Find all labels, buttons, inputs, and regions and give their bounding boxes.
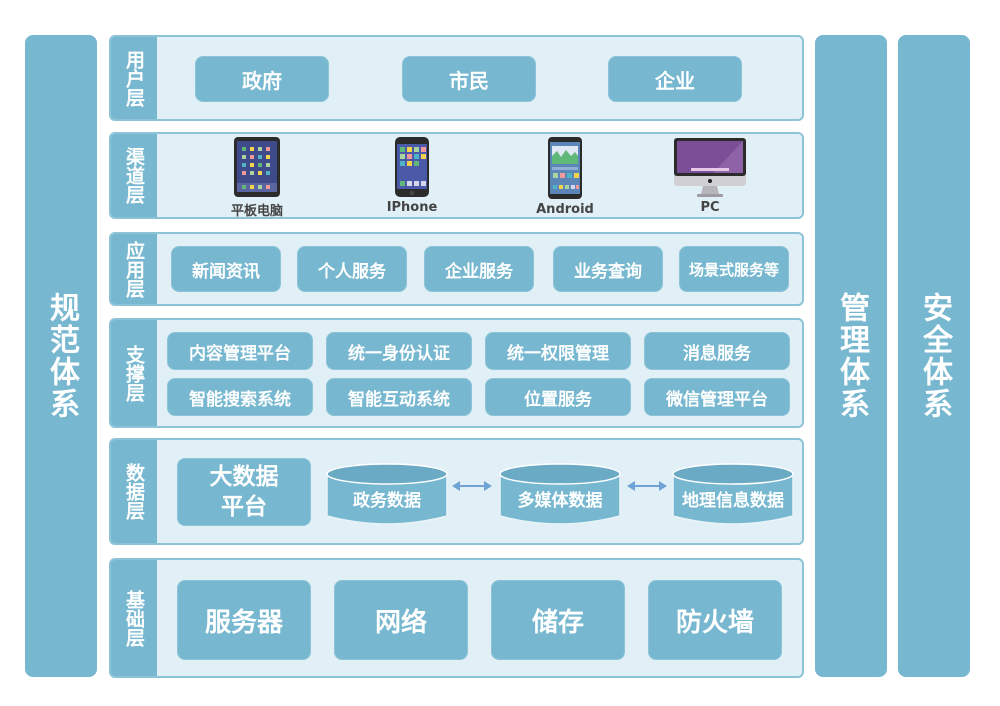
device-pc[interactable]: PC bbox=[650, 136, 770, 215]
iphone-icon bbox=[395, 137, 429, 197]
pillar-security-label: 安全体系 bbox=[917, 292, 952, 420]
bidirectional-arrow-icon bbox=[627, 481, 667, 491]
layer-data: 数据层 大数据 平台 政务数据 多媒体数据 地理信息数据 bbox=[109, 438, 804, 545]
support-identity-auth[interactable]: 统一身份认证 bbox=[326, 332, 472, 370]
base-network[interactable]: 网络 bbox=[334, 580, 468, 660]
bidirectional-arrow-icon bbox=[452, 481, 492, 491]
app-personal-services[interactable]: 个人服务 bbox=[297, 246, 407, 292]
layer-application: 应用层 新闻资讯 个人服务 企业服务 业务查询 场景式服务等 bbox=[109, 232, 804, 306]
device-tablet[interactable]: 平板电脑 bbox=[197, 136, 317, 219]
layer-support: 支撑层 内容管理平台 统一身份认证 统一权限管理 消息服务 智能搜索系统 智能互… bbox=[109, 318, 804, 428]
android-phone-icon bbox=[548, 137, 582, 199]
user-government[interactable]: 政府 bbox=[195, 56, 329, 102]
device-label-tablet: 平板电脑 bbox=[230, 204, 283, 219]
big-data-platform-line2: 平台 bbox=[221, 494, 267, 520]
store-multimedia-data[interactable]: 多媒体数据 bbox=[499, 462, 621, 526]
store-geographic-data[interactable]: 地理信息数据 bbox=[672, 462, 794, 526]
layer-user: 用户层 政府 市民 企业 bbox=[109, 35, 804, 121]
app-scenario-services[interactable]: 场景式服务等 bbox=[679, 246, 789, 292]
pillar-management-label: 管理体系 bbox=[834, 292, 869, 420]
desktop-computer-icon bbox=[674, 138, 746, 197]
tablet-icon bbox=[234, 137, 280, 197]
pillar-security-system: 安全体系 bbox=[898, 35, 970, 677]
user-enterprise[interactable]: 企业 bbox=[608, 56, 742, 102]
device-label-android: Android bbox=[536, 202, 594, 217]
support-cms[interactable]: 内容管理平台 bbox=[167, 332, 313, 370]
base-storage[interactable]: 储存 bbox=[491, 580, 625, 660]
big-data-platform[interactable]: 大数据 平台 bbox=[177, 458, 311, 526]
layer-label-data: 数据层 bbox=[111, 440, 157, 543]
support-smart-search[interactable]: 智能搜索系统 bbox=[167, 378, 313, 416]
pillar-management-system: 管理体系 bbox=[815, 35, 887, 677]
layer-label-base: 基础层 bbox=[111, 560, 157, 676]
base-server[interactable]: 服务器 bbox=[177, 580, 311, 660]
layer-channel: 渠道层 平板电脑 IPhone Android PC bbox=[109, 132, 804, 219]
app-enterprise-services[interactable]: 企业服务 bbox=[424, 246, 534, 292]
device-android[interactable]: Android bbox=[505, 136, 625, 217]
store-government-data[interactable]: 政务数据 bbox=[326, 462, 448, 526]
support-message-service[interactable]: 消息服务 bbox=[644, 332, 790, 370]
layer-label-user: 用户层 bbox=[111, 37, 157, 119]
app-news[interactable]: 新闻资讯 bbox=[171, 246, 281, 292]
device-label-iphone: IPhone bbox=[386, 200, 438, 215]
support-wechat-platform[interactable]: 微信管理平台 bbox=[644, 378, 790, 416]
device-label-pc: PC bbox=[700, 200, 720, 215]
big-data-platform-line1: 大数据 bbox=[209, 464, 279, 490]
support-location-service[interactable]: 位置服务 bbox=[485, 378, 631, 416]
base-firewall[interactable]: 防火墙 bbox=[648, 580, 782, 660]
layer-label-application: 应用层 bbox=[111, 234, 157, 304]
support-smart-interaction[interactable]: 智能互动系统 bbox=[326, 378, 472, 416]
pillar-standards-system: 规范体系 bbox=[25, 35, 97, 677]
layer-label-channel: 渠道层 bbox=[111, 134, 157, 217]
user-citizen[interactable]: 市民 bbox=[402, 56, 536, 102]
pillar-standards-label: 规范体系 bbox=[44, 292, 79, 420]
layer-base: 基础层 服务器 网络 储存 防火墙 bbox=[109, 558, 804, 678]
layer-label-support: 支撑层 bbox=[111, 320, 157, 426]
app-business-query[interactable]: 业务查询 bbox=[553, 246, 663, 292]
support-permission-mgmt[interactable]: 统一权限管理 bbox=[485, 332, 631, 370]
device-iphone[interactable]: IPhone bbox=[352, 136, 472, 215]
